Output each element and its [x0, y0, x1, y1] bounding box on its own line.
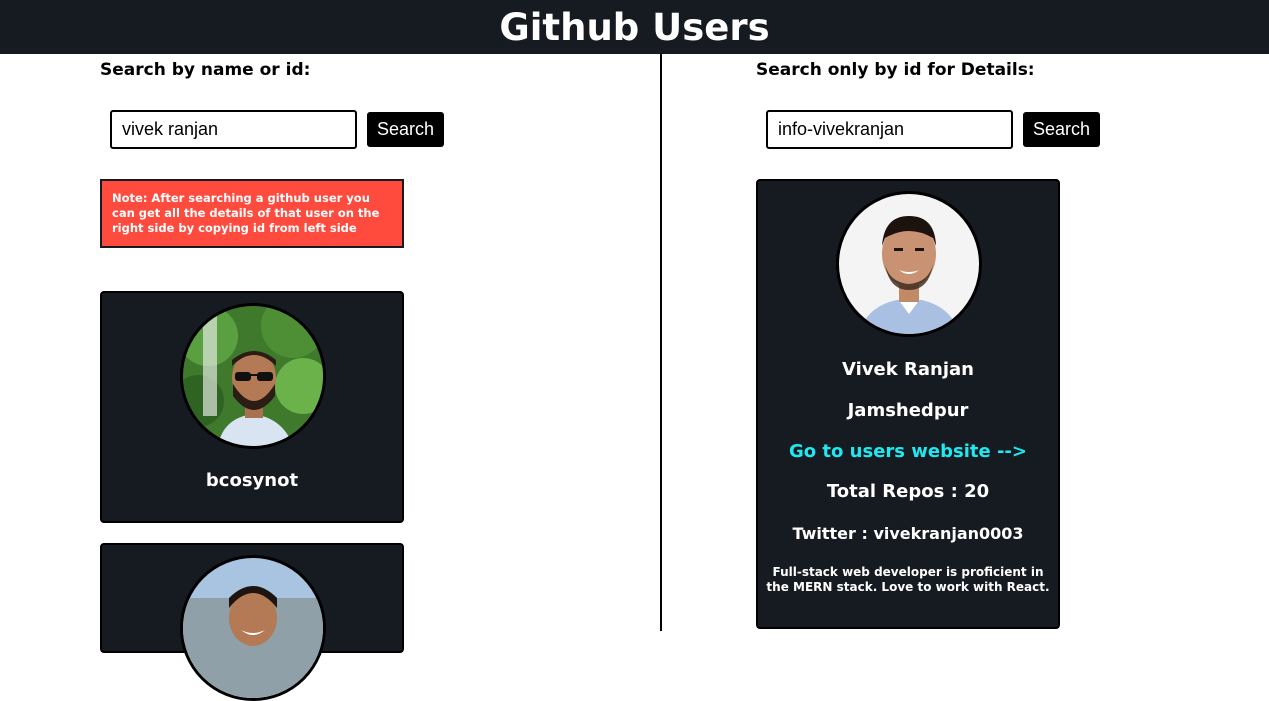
details-bio: Full-stack web developer is proficient i…: [766, 565, 1050, 594]
right-search-button[interactable]: Search: [1023, 112, 1100, 147]
note-box: Note: After searching a github user you …: [100, 179, 404, 248]
details-twitter: Twitter : vivekranjan0003: [792, 524, 1024, 543]
user-result-card[interactable]: [100, 543, 404, 701]
app-header: Github Users: [0, 0, 1269, 54]
website-link[interactable]: Go to users website -->: [758, 441, 1058, 462]
result-username: bcosynot: [205, 470, 299, 491]
avatar: [180, 303, 326, 449]
left-search-label: Search by name or id:: [100, 60, 311, 80]
id-search-input[interactable]: [766, 110, 1013, 149]
user-details-card: Vivek Ranjan Jamshedpur Go to users webs…: [756, 179, 1060, 629]
name-search-input[interactable]: [110, 110, 357, 149]
app-title: Github Users: [499, 5, 770, 49]
user-result-card[interactable]: bcosynot: [100, 291, 404, 523]
details-location: Jamshedpur: [847, 400, 969, 421]
panel-divider: [660, 54, 662, 631]
avatar: [836, 191, 982, 337]
left-search-button[interactable]: Search: [367, 112, 444, 147]
details-total-repos: Total Repos : 20: [826, 481, 990, 502]
avatar: [180, 555, 326, 701]
right-search-label: Search only by id for Details:: [756, 60, 1035, 80]
details-name: Vivek Ranjan: [842, 359, 974, 380]
